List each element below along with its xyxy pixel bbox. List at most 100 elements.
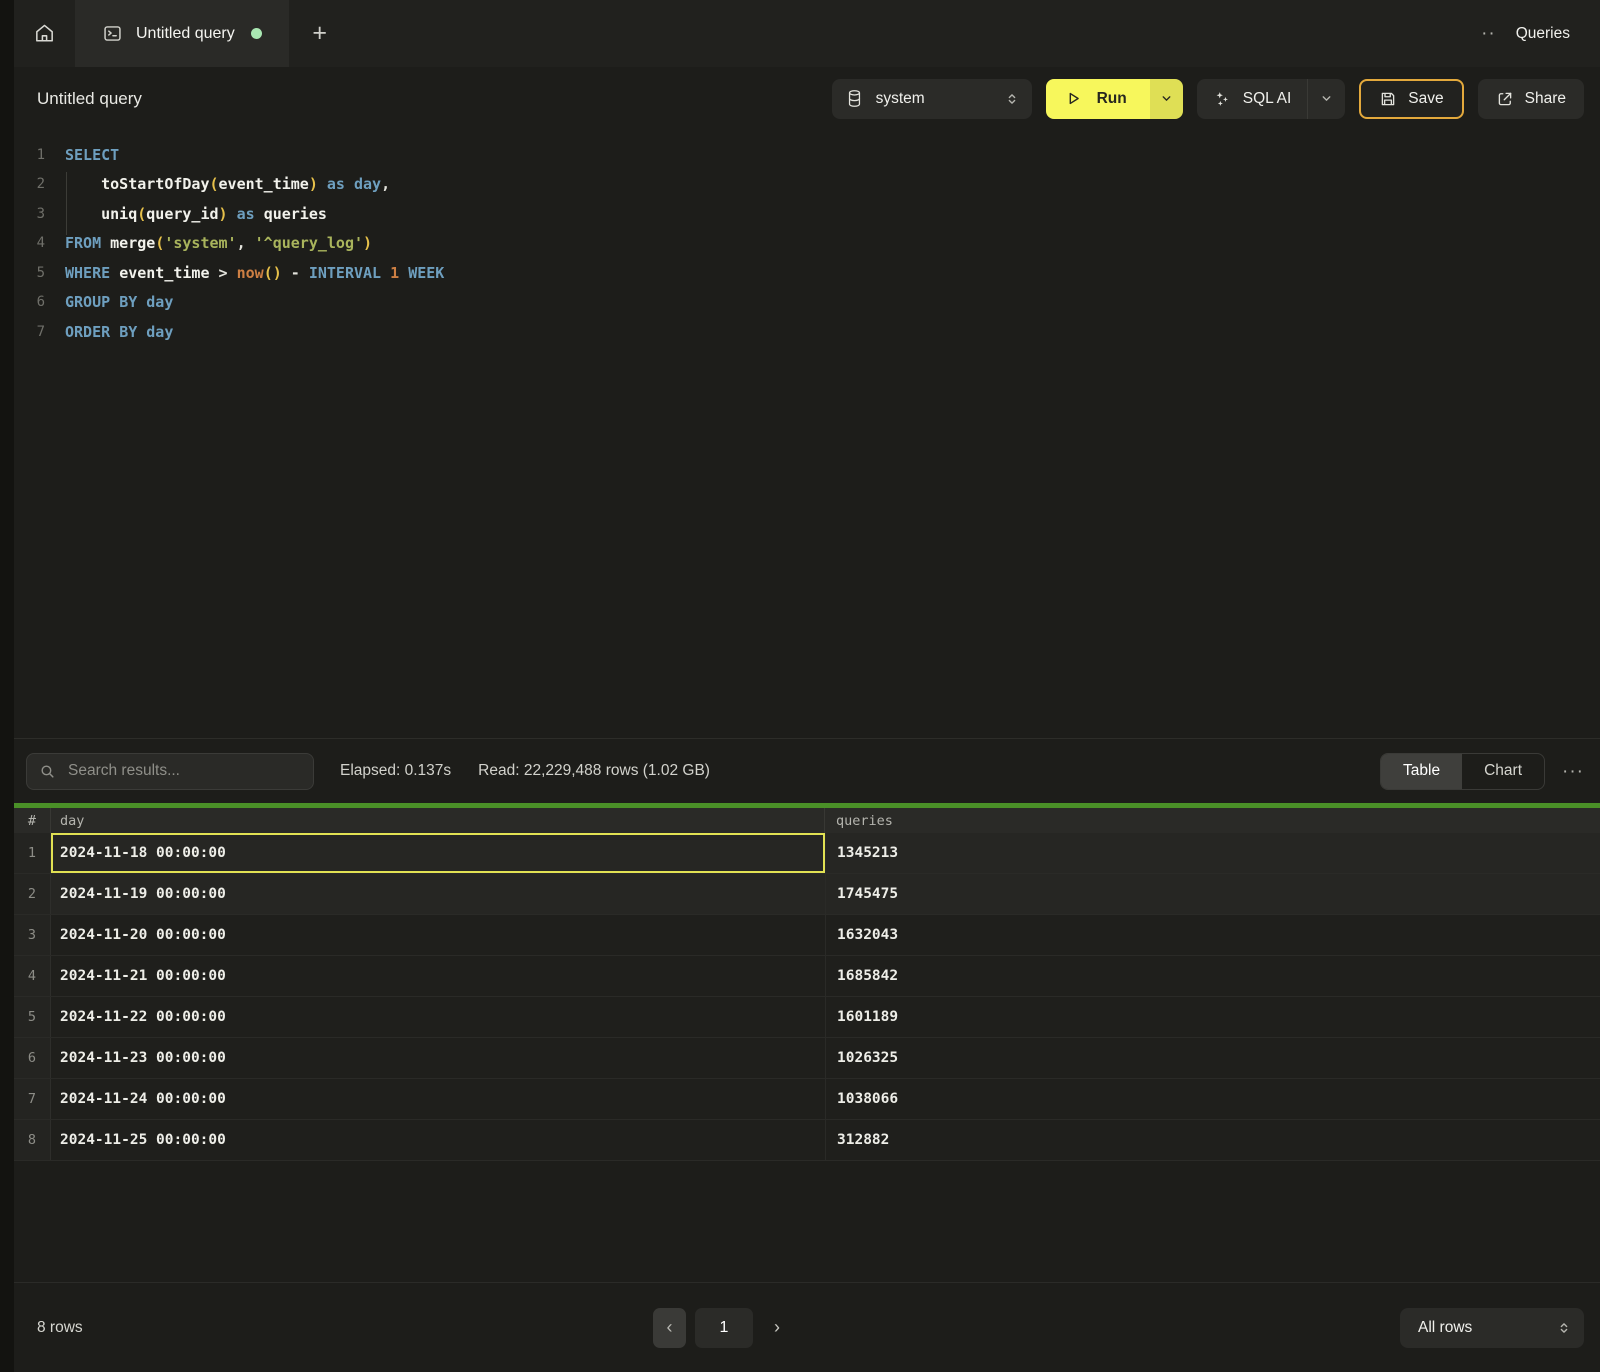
view-toggle-table[interactable]: Table <box>1381 754 1462 789</box>
unsaved-indicator-dot <box>251 28 262 39</box>
cell-queries[interactable]: 1345213 <box>826 833 1600 873</box>
previous-page-button[interactable]: ‹ <box>653 1308 686 1348</box>
terminal-icon <box>102 23 123 44</box>
cell-day[interactable]: 2024-11-19 00:00:00 <box>51 874 826 914</box>
row-index: 8 <box>14 1120 51 1160</box>
chevron-left-icon: ‹ <box>667 1317 673 1338</box>
cell-queries[interactable]: 1601189 <box>826 997 1600 1037</box>
share-button[interactable]: Share <box>1478 79 1584 119</box>
row-index: 4 <box>14 956 51 996</box>
line-number: 5 <box>14 265 45 281</box>
new-tab-button[interactable]: + <box>289 0 351 67</box>
code-text: uniq(query_id) as queries <box>65 205 327 223</box>
code-line[interactable]: 6 GROUP BY day <box>14 288 1600 318</box>
sql-editor[interactable]: 1SELECT2 toStartOfDay(event_time) as day… <box>14 130 1600 738</box>
results-view-controls: Table Chart ··· <box>1380 753 1584 790</box>
line-number: 7 <box>14 324 45 340</box>
view-toggle-chart[interactable]: Chart <box>1462 754 1544 789</box>
code-text: GROUP BY day <box>65 293 173 311</box>
run-button[interactable]: Run <box>1046 79 1150 119</box>
sparkles-icon <box>1213 90 1231 108</box>
read-stat: Read: 22,229,488 rows (1.02 GB) <box>478 762 710 780</box>
code-text: SELECT <box>65 146 119 164</box>
code-line[interactable]: 3 uniq(query_id) as queries <box>14 199 1600 229</box>
line-number: 4 <box>14 235 45 251</box>
sql-ai-button-group: SQL AI <box>1197 79 1346 119</box>
cell-day[interactable]: 2024-11-21 00:00:00 <box>51 956 826 996</box>
cell-day[interactable]: 2024-11-23 00:00:00 <box>51 1038 826 1078</box>
code-line[interactable]: 1SELECT <box>14 140 1600 170</box>
line-number: 2 <box>14 176 45 192</box>
code-line[interactable]: 4 FROM merge('system', '^query_log') <box>14 229 1600 259</box>
tab-bar: Untitled query + ·· Queries <box>14 0 1600 67</box>
cell-queries[interactable]: 1685842 <box>826 956 1600 996</box>
row-index: 6 <box>14 1038 51 1078</box>
cell-day[interactable]: 2024-11-24 00:00:00 <box>51 1079 826 1119</box>
column-header-index[interactable]: # <box>14 808 50 833</box>
results-table-body: 12024-11-18 00:00:00134521322024-11-19 0… <box>14 833 1600 1161</box>
cell-day[interactable]: 2024-11-20 00:00:00 <box>51 915 826 955</box>
line-number: 3 <box>14 206 45 222</box>
code-line[interactable]: 5 WHERE event_time > now() - INTERVAL 1 W… <box>14 258 1600 288</box>
cell-day-selected[interactable]: 2024-11-18 00:00:00 <box>51 833 826 873</box>
sql-ai-options-button[interactable] <box>1307 79 1345 119</box>
table-row: 42024-11-21 00:00:001685842 <box>14 956 1600 997</box>
results-more-ellipsis-icon[interactable]: ··· <box>1562 762 1584 781</box>
run-options-button[interactable] <box>1150 79 1183 119</box>
cell-day[interactable]: 2024-11-22 00:00:00 <box>51 997 826 1037</box>
left-rail <box>0 0 14 1372</box>
search-results-input[interactable] <box>66 761 301 781</box>
row-index: 2 <box>14 874 51 914</box>
run-button-group: Run <box>1046 79 1183 119</box>
cell-queries[interactable]: 1038066 <box>826 1079 1600 1119</box>
cell-queries[interactable]: 1026325 <box>826 1038 1600 1078</box>
pagination: ‹ 1 › <box>653 1308 792 1348</box>
save-floppy-icon <box>1379 90 1397 108</box>
cell-day[interactable]: 2024-11-25 00:00:00 <box>51 1120 826 1160</box>
view-toggle: Table Chart <box>1380 753 1545 790</box>
next-page-button[interactable]: › <box>762 1308 792 1348</box>
table-row: 82024-11-25 00:00:00312882 <box>14 1120 1600 1161</box>
play-icon <box>1065 90 1082 107</box>
share-label: Share <box>1525 90 1566 108</box>
save-label: Save <box>1408 90 1443 108</box>
up-down-caret-icon <box>1557 1321 1571 1335</box>
current-page-button[interactable]: 1 <box>695 1308 753 1348</box>
code-text: ORDER BY day <box>65 323 173 341</box>
home-icon <box>33 22 56 45</box>
tab-label: Untitled query <box>136 25 235 43</box>
save-button[interactable]: Save <box>1359 79 1463 119</box>
sql-ai-button[interactable]: SQL AI <box>1197 79 1308 119</box>
code-line[interactable]: 7 ORDER BY day <box>14 317 1600 347</box>
query-title: Untitled query <box>37 89 142 109</box>
cell-queries[interactable]: 1745475 <box>826 874 1600 914</box>
code-text: toStartOfDay(event_time) as day, <box>65 175 390 193</box>
toolbar-actions: system Run <box>832 79 1584 119</box>
tab-overflow-ellipsis-icon[interactable]: ·· <box>1481 24 1496 43</box>
column-header-day[interactable]: day <box>50 808 825 833</box>
table-row: 72024-11-24 00:00:001038066 <box>14 1079 1600 1120</box>
queries-link[interactable]: Queries <box>1516 25 1570 43</box>
page-size-value: All rows <box>1418 1319 1472 1337</box>
sql-ai-label: SQL AI <box>1243 90 1292 108</box>
row-index: 3 <box>14 915 51 955</box>
search-icon <box>39 763 56 780</box>
tab-untitled-query[interactable]: Untitled query <box>75 0 289 67</box>
tab-bar-right: ·· Queries <box>1481 0 1600 67</box>
results-footer: 8 rows ‹ 1 › All rows <box>14 1282 1600 1372</box>
table-row: 32024-11-20 00:00:001632043 <box>14 915 1600 956</box>
cell-queries[interactable]: 1632043 <box>826 915 1600 955</box>
line-number: 6 <box>14 294 45 310</box>
code-text: WHERE event_time > now() - INTERVAL 1 WE… <box>65 264 444 282</box>
chevron-right-icon: › <box>774 1317 780 1338</box>
code-line[interactable]: 2 toStartOfDay(event_time) as day, <box>14 170 1600 200</box>
database-selector[interactable]: system <box>832 79 1032 119</box>
column-header-queries[interactable]: queries <box>825 808 1600 833</box>
page-size-selector[interactable]: All rows <box>1400 1308 1584 1348</box>
query-console: Untitled query + ·· Queries Untitled que… <box>14 0 1600 1372</box>
code-area: 1SELECT2 toStartOfDay(event_time) as day… <box>14 140 1600 347</box>
cell-queries[interactable]: 312882 <box>826 1120 1600 1160</box>
home-button[interactable] <box>14 0 75 67</box>
code-text: FROM merge('system', '^query_log') <box>65 234 372 252</box>
table-row: 22024-11-19 00:00:001745475 <box>14 874 1600 915</box>
